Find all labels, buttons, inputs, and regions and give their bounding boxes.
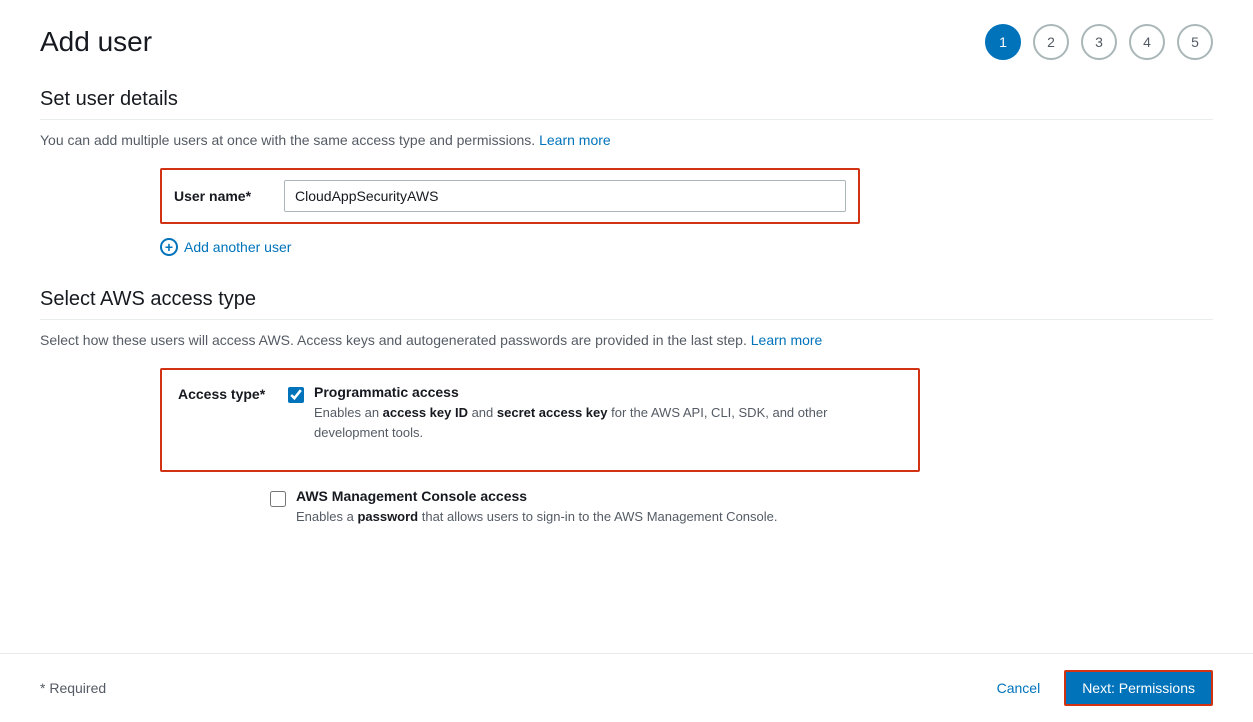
user-details-divider [40,119,1213,120]
user-name-label: User name* [174,188,284,204]
next-permissions-button[interactable]: Next: Permissions [1064,670,1213,706]
user-name-field-container: User name* [160,168,860,224]
footer-actions: Cancel Next: Permissions [985,670,1213,706]
access-type-learn-more[interactable]: Learn more [751,332,823,348]
footer: * Required Cancel Next: Permissions [0,653,1253,722]
step-4: 4 [1129,24,1165,60]
page-title: Add user [40,26,152,58]
programmatic-access-title: Programmatic access [314,384,902,400]
add-another-user-button[interactable]: + Add another user [160,238,1213,256]
cancel-button[interactable]: Cancel [985,672,1053,704]
required-note: * Required [40,680,106,696]
access-type-label: Access type* [178,384,288,402]
plus-icon: + [160,238,178,256]
step-1: 1 [985,24,1021,60]
user-details-section: Set user details You can add multiple us… [40,88,1213,256]
user-details-learn-more[interactable]: Learn more [539,132,611,148]
programmatic-access-desc: Enables an access key ID and secret acce… [314,403,902,442]
step-2: 2 [1033,24,1069,60]
programmatic-access-option: Programmatic access Enables an access ke… [288,384,902,442]
access-type-title: Select AWS access type [40,288,1213,311]
console-access-row: AWS Management Console access Enables a … [160,488,1213,527]
console-access-checkbox[interactable] [270,491,286,507]
page-header: Add user 1 2 3 4 5 [40,24,1213,60]
user-form-area: User name* + Add another user [40,168,1213,256]
user-details-title: Set user details [40,88,1213,111]
user-name-input[interactable] [284,180,846,212]
programmatic-access-checkbox[interactable] [288,387,304,403]
step-indicators: 1 2 3 4 5 [985,24,1213,60]
console-access-title: AWS Management Console access [296,488,778,504]
user-details-description: You can add multiple users at once with … [40,132,1213,148]
console-access-desc: Enables a password that allows users to … [296,507,778,527]
access-type-form-area: Access type* Programmatic access Enables… [40,368,1213,527]
step-5: 5 [1177,24,1213,60]
access-type-section: Select AWS access type Select how these … [40,288,1213,527]
access-type-description: Select how these users will access AWS. … [40,332,1213,348]
programmatic-access-box: Access type* Programmatic access Enables… [160,368,920,472]
step-3: 3 [1081,24,1117,60]
access-type-divider [40,319,1213,320]
console-access-option: AWS Management Console access Enables a … [270,488,778,527]
access-type-row: Access type* Programmatic access Enables… [178,384,902,442]
